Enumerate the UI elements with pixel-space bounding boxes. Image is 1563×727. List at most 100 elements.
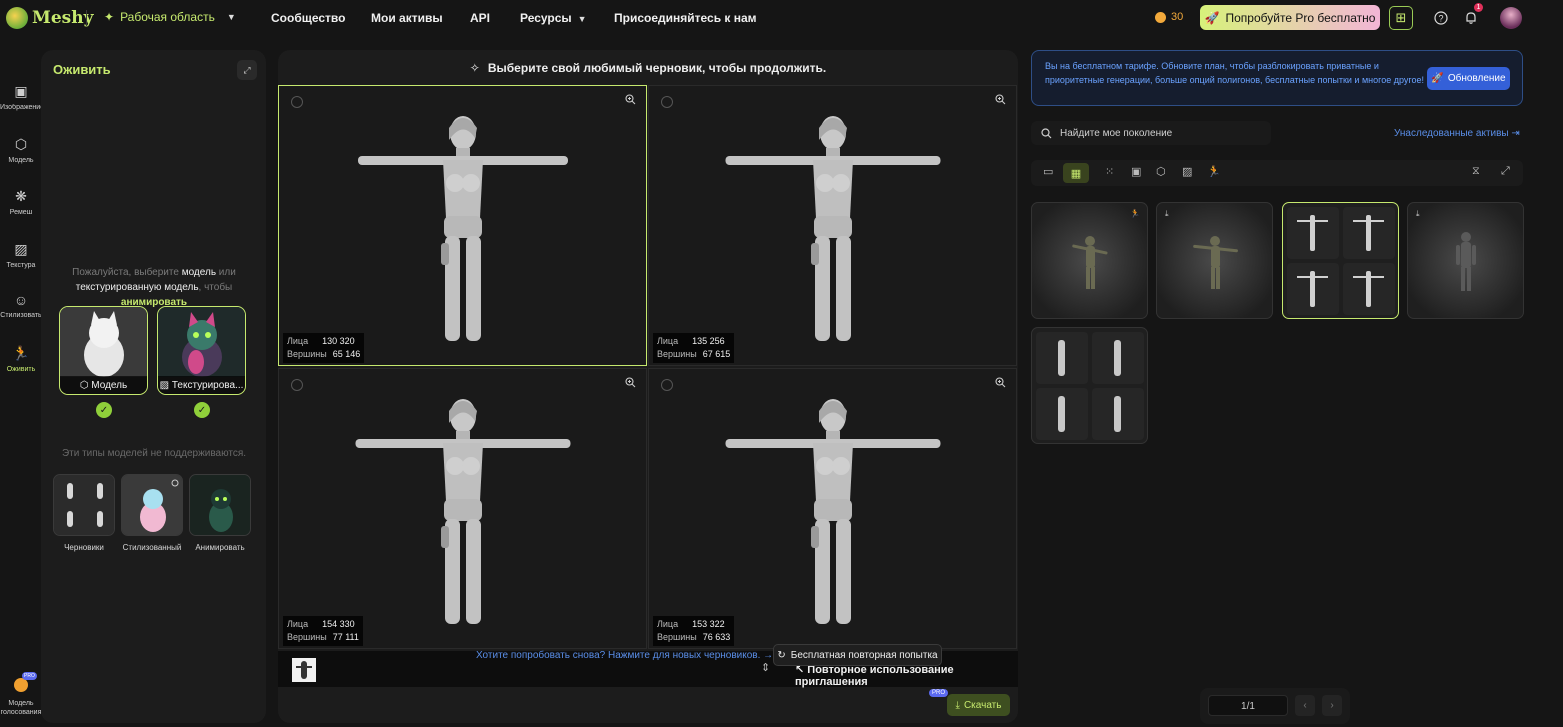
sparkle-icon: ✧ — [469, 60, 480, 75]
asset-card[interactable]: ⤓ — [1156, 202, 1273, 319]
rail-item-image[interactable]: ▣ Изображение — [0, 83, 42, 111]
banner-text: Вы на бесплатном тарифе. Обновите план, … — [1045, 61, 1424, 85]
texture-icon[interactable]: ▨ — [1182, 165, 1192, 178]
chevron-right-icon[interactable]: › — [1322, 695, 1342, 716]
asset-card[interactable]: 🏃 — [1031, 202, 1148, 319]
texture-icon: ▨ — [159, 379, 172, 391]
page-indicator[interactable]: 1/1 — [1208, 695, 1288, 716]
zoom-in-icon[interactable] — [625, 94, 636, 108]
refresh-icon: ↻ — [777, 649, 786, 661]
dots-grid-icon[interactable]: ⁙ — [1105, 165, 1114, 178]
reference-thumbnail[interactable] — [292, 658, 316, 682]
cube-icon: ⬡ — [79, 379, 92, 391]
workspace-dropdown[interactable]: ✦ Рабочая область ▼ — [104, 10, 236, 24]
zoom-in-icon[interactable] — [625, 377, 636, 391]
faces-value: 153 322 — [692, 619, 725, 629]
free-retry-button[interactable]: ↻ Бесплатная повторная попытка — [773, 644, 942, 666]
hint-text-1: Пожалуйста, выберите — [72, 267, 182, 278]
select-radio[interactable] — [291, 96, 303, 108]
vertices-label: Вершины — [657, 632, 697, 642]
running-figure-icon: 🏃 — [1130, 209, 1140, 218]
draft-header-text: Выберите свой любимый черновик, чтобы пр… — [487, 60, 827, 75]
meshy-logo[interactable]: Meshy — [6, 7, 93, 29]
faces-label: Лица — [287, 619, 309, 629]
download-icon: ⤓ — [1416, 209, 1420, 218]
remesh-icon: ❋ — [15, 188, 27, 204]
nav-link-resources[interactable]: Ресурсы ▼ — [520, 11, 587, 25]
top-navigation-bar: Meshy ✦ Рабочая область ▼ Сообщество Мои… — [0, 0, 1563, 36]
asset-card[interactable]: ⤓ — [1407, 202, 1524, 319]
vertices-label: Вершины — [657, 349, 697, 359]
rail-item-vote-model[interactable]: PRO Модель голосования — [0, 672, 42, 717]
zoom-in-icon[interactable] — [995, 94, 1006, 108]
logo-text: Meshy — [32, 8, 94, 28]
asset-card-selected[interactable] — [1282, 202, 1399, 319]
t-pose-character-model — [355, 399, 570, 624]
t-pose-character-model — [725, 399, 940, 624]
legacy-assets-link[interactable]: Унаследованные активы ⇥ — [1394, 128, 1520, 139]
stylized-preview — [122, 475, 182, 535]
draft-card[interactable]: Лица 130 320 Вершины 65 146 — [278, 85, 647, 366]
select-model-hint: Пожалуйста, выберите модель или текстури… — [49, 265, 259, 310]
fullscreen-icon[interactable]: ⤢ — [1501, 165, 1510, 178]
search-placeholder: Найдите мое поколение — [1060, 127, 1173, 139]
vertices-label: Вершины — [287, 632, 327, 642]
nav-link-api[interactable]: API — [470, 11, 490, 25]
nav-link-join-us[interactable]: Присоединяйтесь к нам — [614, 11, 757, 25]
user-avatar[interactable] — [1500, 7, 1522, 29]
pro-badge: PRO — [929, 689, 949, 697]
hint-textured: текстурированную модель — [75, 282, 199, 293]
credits-counter[interactable]: 30 — [1155, 11, 1183, 23]
help-icon[interactable]: ? — [1429, 6, 1453, 30]
chevron-left-icon[interactable]: ‹ — [1295, 695, 1315, 716]
running-figure-icon[interactable]: 🏃 — [1207, 165, 1221, 178]
unsupported-label-stylized: Стилизованный — [122, 543, 182, 552]
nav-link-my-assets[interactable]: Мои активы — [371, 11, 443, 25]
folder-icon[interactable]: ▭ — [1043, 165, 1053, 178]
search-input[interactable]: Найдите мое поколение — [1031, 121, 1271, 145]
vote-icon: PRO — [0, 672, 42, 695]
rail-item-remesh[interactable]: ❋ Ремеш — [0, 188, 42, 216]
textured-character-preview — [1193, 236, 1238, 289]
label-text: Модель — [91, 379, 128, 391]
rail-item-model[interactable]: ⬡ Модель — [0, 136, 42, 164]
rocket-icon: 🚀 — [1431, 73, 1444, 84]
try-again-link[interactable]: Хотите попробовать снова? Нажмите для но… — [476, 650, 773, 661]
sort-arrows-icon[interactable]: ⇕ — [761, 661, 770, 674]
try-pro-button[interactable]: 🚀 Попробуйте Pro бесплатно — [1200, 5, 1380, 30]
rail-item-animate[interactable]: 🏃 Оживить — [0, 345, 42, 373]
nav-divider — [86, 10, 87, 26]
chevron-down-icon: ▼ — [226, 12, 236, 22]
draft-card[interactable]: Лица 135 256 Вершины 67 615 — [648, 85, 1017, 366]
faces-value: 154 330 — [322, 619, 355, 629]
grid-view-icon[interactable]: ▦ — [1063, 163, 1089, 183]
textured-character-preview — [1072, 236, 1108, 289]
gift-icon[interactable]: ⊞ — [1389, 6, 1413, 30]
zoom-in-icon[interactable] — [995, 377, 1006, 391]
draft-card[interactable]: Лица 154 330 Вершины 77 111 — [278, 368, 647, 649]
draft-card[interactable]: Лица 153 322 Вершины 76 633 — [648, 368, 1017, 649]
expand-icon[interactable]: ⤢ — [237, 60, 257, 80]
bell-icon[interactable]: 1 — [1459, 3, 1483, 30]
download-button[interactable]: ⤓ Скачать — [947, 694, 1010, 716]
cube-icon[interactable]: ⬡ — [1156, 165, 1166, 178]
select-radio[interactable] — [291, 379, 303, 391]
supported-textured-label: ▨ Текстурирова... — [158, 376, 245, 394]
unsupported-stylized-card — [121, 474, 183, 536]
login-arrow-icon: ⇥ — [1511, 128, 1520, 139]
rail-item-texture[interactable]: ▨ Текстура — [0, 241, 42, 269]
colorful-cat-model-preview — [158, 307, 245, 377]
select-radio[interactable] — [661, 379, 673, 391]
unsupported-animate-card — [189, 474, 251, 536]
rail-item-stylize[interactable]: ☺ Стилизовать — [0, 292, 42, 319]
image-icon[interactable]: ▣ — [1131, 165, 1141, 178]
filter-icon[interactable]: ⧖ — [1472, 165, 1480, 178]
asset-card[interactable] — [1031, 327, 1148, 444]
reuse-prompt-button[interactable]: ↖ Повторное использование приглашения — [795, 663, 1018, 688]
legacy-label: Унаследованные активы — [1394, 128, 1509, 139]
upgrade-button[interactable]: 🚀 Обновление — [1427, 67, 1510, 90]
select-radio[interactable] — [661, 96, 673, 108]
panel-title: Оживить — [53, 62, 111, 77]
rail-label: Модель — [8, 157, 34, 164]
nav-link-community[interactable]: Сообщество — [271, 11, 345, 25]
